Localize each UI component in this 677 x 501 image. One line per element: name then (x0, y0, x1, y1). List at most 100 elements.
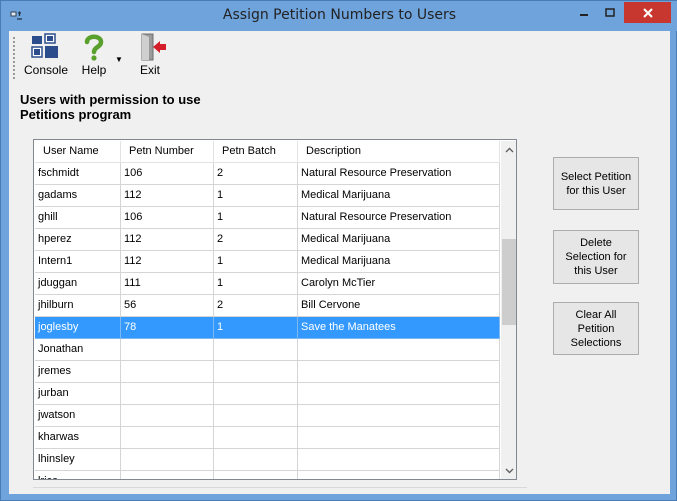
table-row[interactable]: jurban (35, 383, 500, 405)
cell-description[interactable]: Save the Manatees (298, 317, 500, 339)
cell-description[interactable]: Medical Marijuana (298, 251, 500, 273)
minimize-button[interactable] (571, 2, 597, 23)
cell-user-name[interactable]: jwatson (35, 405, 121, 427)
cell-petn-number[interactable]: 78 (121, 317, 214, 339)
cell-petn-number[interactable]: 106 (121, 163, 214, 185)
toolbar-grip[interactable] (13, 37, 15, 81)
cell-description[interactable]: Medical Marijuana (298, 229, 500, 251)
scroll-thumb[interactable] (502, 239, 516, 325)
cell-user-name[interactable]: kharwas (35, 427, 121, 449)
vertical-scrollbar[interactable] (501, 141, 516, 479)
cell-petn-batch[interactable]: 1 (214, 251, 298, 273)
column-header-petn-batch[interactable]: Petn Batch (214, 141, 298, 163)
table-row[interactable]: gadams 112 1 Medical Marijuana (35, 185, 500, 207)
cell-user-name[interactable]: jremes (35, 361, 121, 383)
table-row[interactable]: jwatson (35, 405, 500, 427)
maximize-button[interactable] (597, 2, 623, 23)
cell-user-name[interactable]: Jonathan (35, 339, 121, 361)
column-header-description[interactable]: Description (298, 141, 500, 163)
table-row[interactable]: Jonathan (35, 339, 500, 361)
help-dropdown-icon[interactable]: ▼ (115, 55, 123, 64)
cell-user-name[interactable]: jhilburn (35, 295, 121, 317)
cell-petn-batch[interactable]: 1 (214, 317, 298, 339)
help-button[interactable]: Help (77, 33, 111, 77)
cell-petn-batch[interactable] (214, 449, 298, 471)
cell-user-name[interactable]: ghill (35, 207, 121, 229)
cell-description[interactable]: Natural Resource Preservation (298, 163, 500, 185)
table-row[interactable]: lrice (35, 471, 500, 479)
cell-user-name[interactable]: fschmidt (35, 163, 121, 185)
cell-description[interactable] (298, 471, 500, 479)
cell-petn-number[interactable] (121, 383, 214, 405)
cell-petn-batch[interactable]: 2 (214, 229, 298, 251)
cell-petn-number[interactable]: 112 (121, 185, 214, 207)
users-grid[interactable]: User Name Petn Number Petn Batch Descrip… (33, 139, 517, 480)
cell-description[interactable] (298, 449, 500, 471)
cell-petn-number[interactable] (121, 405, 214, 427)
cell-description[interactable]: Medical Marijuana (298, 185, 500, 207)
cell-petn-batch[interactable]: 1 (214, 207, 298, 229)
cell-petn-number[interactable]: 112 (121, 229, 214, 251)
cell-petn-batch[interactable]: 1 (214, 273, 298, 295)
cell-petn-batch[interactable] (214, 405, 298, 427)
close-button[interactable] (624, 2, 671, 23)
cell-description[interactable] (298, 383, 500, 405)
cell-description[interactable]: Carolyn McTier (298, 273, 500, 295)
cell-petn-batch[interactable]: 1 (214, 185, 298, 207)
cell-description[interactable]: Natural Resource Preservation (298, 207, 500, 229)
console-button[interactable]: Console (22, 33, 70, 77)
table-row[interactable]: fschmidt 106 2 Natural Resource Preserva… (35, 163, 500, 185)
cell-petn-number[interactable]: 106 (121, 207, 214, 229)
selected-table-row[interactable]: joglesby 78 1 Save the Manatees (35, 317, 500, 339)
table-row[interactable]: lhinsley (35, 449, 500, 471)
table-row[interactable]: jhilburn 56 2 Bill Cervone (35, 295, 500, 317)
cell-user-name[interactable]: lhinsley (35, 449, 121, 471)
cell-petn-number[interactable]: 111 (121, 273, 214, 295)
clear-all-selections-button[interactable]: Clear All Petition Selections (553, 302, 639, 355)
column-header-user-name[interactable]: User Name (35, 141, 121, 163)
table-row[interactable]: jduggan 111 1 Carolyn McTier (35, 273, 500, 295)
cell-petn-batch[interactable] (214, 361, 298, 383)
cell-user-name[interactable]: joglesby (35, 317, 121, 339)
cell-user-name[interactable]: lrice (35, 471, 121, 479)
column-header-petn-number[interactable]: Petn Number (121, 141, 214, 163)
exit-label: Exit (139, 63, 160, 77)
delete-selection-button[interactable]: Delete Selection for this User (553, 230, 639, 284)
cell-petn-number[interactable]: 56 (121, 295, 214, 317)
cell-user-name[interactable]: jurban (35, 383, 121, 405)
table-row[interactable]: jremes (35, 361, 500, 383)
cell-petn-number[interactable] (121, 339, 214, 361)
cell-petn-batch[interactable]: 2 (214, 295, 298, 317)
cell-petn-batch[interactable] (214, 471, 298, 479)
cell-petn-number[interactable] (121, 427, 214, 449)
cell-petn-batch[interactable] (214, 427, 298, 449)
cell-description[interactable]: Bill Cervone (298, 295, 500, 317)
cell-description[interactable] (298, 339, 500, 361)
cell-petn-batch[interactable] (214, 383, 298, 405)
cell-petn-number[interactable] (121, 361, 214, 383)
cell-user-name[interactable]: jduggan (35, 273, 121, 295)
table-row[interactable]: ghill 106 1 Natural Resource Preservatio… (35, 207, 500, 229)
select-petition-button[interactable]: Select Petition for this User (553, 157, 639, 210)
cell-description[interactable] (298, 405, 500, 427)
cell-petn-number[interactable] (121, 449, 214, 471)
users-heading: Users with permission to use Petitions p… (20, 92, 201, 122)
table-row[interactable]: hperez 112 2 Medical Marijuana (35, 229, 500, 251)
exit-button[interactable]: Exit (131, 33, 169, 77)
maximize-icon (605, 7, 615, 17)
cell-user-name[interactable]: hperez (35, 229, 121, 251)
cell-petn-batch[interactable] (214, 339, 298, 361)
cell-description[interactable] (298, 361, 500, 383)
cell-petn-number[interactable] (121, 471, 214, 479)
cell-description[interactable] (298, 427, 500, 449)
table-row[interactable]: Intern1 112 1 Medical Marijuana (35, 251, 500, 273)
cell-user-name[interactable]: Intern1 (35, 251, 121, 273)
table-row[interactable]: kharwas (35, 427, 500, 449)
users-heading-line1: Users with permission to use (20, 92, 201, 107)
cell-petn-number[interactable]: 112 (121, 251, 214, 273)
scroll-down-button[interactable] (501, 462, 516, 479)
cell-petn-batch[interactable]: 2 (214, 163, 298, 185)
chevron-down-icon (505, 468, 513, 473)
cell-user-name[interactable]: gadams (35, 185, 121, 207)
scroll-up-button[interactable] (501, 141, 516, 158)
